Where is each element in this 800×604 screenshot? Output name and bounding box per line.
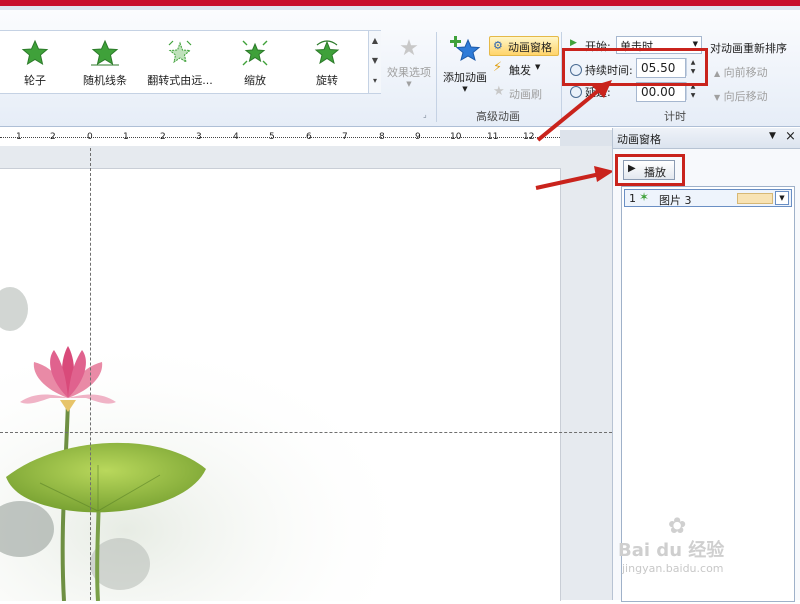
dialog-launcher-icon[interactable]: ⌟ [423, 110, 427, 119]
move-later-button[interactable]: ▼ 向后移动 [714, 88, 768, 104]
anim-item-label: 翻转式由远... [147, 74, 213, 87]
lotus-image[interactable] [0, 169, 560, 602]
item-star-icon: ✶ [639, 190, 650, 204]
vertical-guide[interactable] [90, 148, 91, 600]
chevron-down-icon: ▼ [692, 40, 698, 48]
chevron-down-icon: ▼ [406, 80, 412, 88]
ruler-label: 9 [415, 132, 421, 142]
add-animation-button[interactable]: 添加动画 ▼ [440, 34, 490, 108]
item-timeline-bar [737, 193, 773, 204]
item-dropdown-icon[interactable]: ▼ [775, 191, 789, 205]
horizontal-guide[interactable] [0, 432, 612, 433]
ruler-label: 0 [87, 132, 93, 142]
animation-pane-title: 动画窗格 [617, 133, 661, 146]
animation-pane-label: 动画窗格 [508, 41, 552, 54]
anim-item-label: 缩放 [244, 74, 266, 87]
play-highlight-box [615, 154, 685, 186]
chevron-down-icon: ▼ [462, 85, 468, 93]
start-play-icon: ▶ [570, 38, 577, 48]
watermark-brand: Bai du 经验 [618, 540, 725, 561]
ruler-label: 11 [487, 132, 499, 142]
effect-options-button[interactable]: ★ 效果选项 ▼ [384, 36, 434, 96]
watermark-url: jingyan.baidu.com [622, 562, 724, 575]
lightning-icon: ⚡ [493, 60, 503, 75]
add-animation-label: 添加动画 [443, 71, 487, 84]
ribbon: 轮子 随机线条 翻转式由远... 缩放 旋转 ▲ ▼ ▾ ★ 效果选项 ▼ ⌟ … [0, 10, 800, 127]
ruler-label: 1 [123, 132, 129, 142]
timing-group-label: 计时 [664, 110, 686, 123]
effect-options-label: 效果选项 [387, 66, 431, 79]
anim-item-label: 随机线条 [83, 74, 127, 87]
gallery-more-icon[interactable]: ▾ [369, 71, 381, 91]
advanced-animation-group-label: 高级动画 [476, 110, 520, 123]
ruler-label: 6 [306, 132, 312, 142]
arrow-up-icon: ▲ [714, 69, 721, 78]
animation-pane-button[interactable]: ⚙ 动画窗格 [489, 36, 559, 56]
ruler-ticks [0, 137, 560, 138]
anim-item-flip[interactable]: 翻转式由远... [140, 31, 220, 93]
baidu-watermark: ✿ Bai du 经验 jingyan.baidu.com [612, 514, 792, 584]
ruler-label: 4 [233, 132, 239, 142]
ruler-label: 7 [342, 132, 348, 142]
animation-pane-header: 动画窗格 ▼ × [613, 128, 800, 149]
add-animation-star-icon [450, 36, 481, 62]
pane-menu-icon[interactable]: ▼ [769, 131, 776, 141]
move-earlier-button[interactable]: ▲ 向前移动 [714, 64, 768, 80]
ruler-label: 8 [379, 132, 385, 142]
star-random-lines-icon [91, 39, 119, 66]
anim-item-wheel[interactable]: 轮子 [0, 31, 70, 93]
group-separator [436, 32, 437, 122]
star-wheel-icon [21, 39, 49, 66]
star-zoom-icon [242, 40, 268, 66]
anim-item-label: 旋转 [316, 74, 338, 87]
arrow-down-icon: ▼ [714, 93, 721, 102]
ruler-label: 3 [196, 132, 202, 142]
gallery-scrollbar[interactable]: ▲ ▼ ▾ [368, 31, 381, 93]
ruler-label: 2 [50, 132, 56, 142]
star-flip-icon [168, 40, 192, 64]
item-index: 1 [629, 192, 636, 205]
ruler-label: 10 [450, 132, 462, 142]
star-rotate-icon [314, 40, 340, 65]
anim-item-label: 轮子 [24, 74, 46, 87]
move-earlier-label: 向前移动 [723, 66, 768, 79]
animation-pane-icon: ⚙ [493, 39, 503, 52]
animation-gallery: 轮子 随机线条 翻转式由远... 缩放 旋转 ▲ ▼ ▾ [0, 30, 381, 94]
horizontal-ruler: 1 2 1 0 1 2 3 4 5 6 7 8 9 10 11 12 [0, 130, 560, 147]
anim-item-zoom[interactable]: 缩放 [220, 31, 290, 93]
chevron-down-icon: ▼ [535, 63, 541, 71]
painter-star-icon: ★ [493, 84, 505, 99]
anim-item-random-lines[interactable]: 随机线条 [70, 31, 140, 93]
gallery-scroll-down-icon[interactable]: ▼ [369, 51, 381, 71]
ruler-label: 5 [269, 132, 275, 142]
move-later-label: 向后移动 [723, 90, 768, 103]
ruler-label: 1 [16, 132, 22, 142]
ruler-label: 2 [160, 132, 166, 142]
delay-value: 00.00 [641, 85, 676, 99]
reorder-title: 对动画重新排序 [710, 42, 787, 55]
red-arrow-to-play [535, 166, 614, 190]
effect-options-star-icon: ★ [399, 36, 419, 61]
gallery-scroll-up-icon[interactable]: ▲ [369, 31, 381, 51]
red-arrow-to-duration [536, 80, 612, 142]
close-icon[interactable]: × [785, 129, 796, 144]
trigger-label: 触发 [509, 64, 531, 77]
list-item[interactable]: 1 ✶ 图片 3 ▼ [624, 189, 792, 207]
slide-canvas[interactable] [0, 168, 561, 602]
item-name: 图片 3 [659, 194, 692, 207]
anim-item-rotate[interactable]: 旋转 [292, 31, 362, 93]
